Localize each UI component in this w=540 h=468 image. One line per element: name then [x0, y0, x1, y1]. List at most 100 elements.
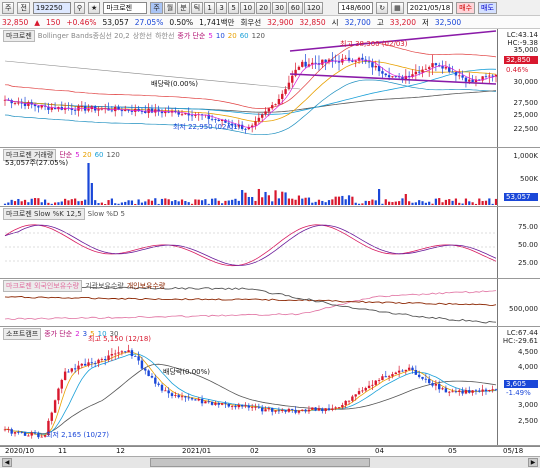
cmp-dividend-annotation: 배당락(0.00%) [163, 368, 211, 376]
close-price: 32,500 [434, 17, 462, 27]
open-price: 32,900 [267, 17, 294, 27]
price-legend: 마크로젠 Bollinger Bands종심선 20,2 상한선 하한선 종가 … [3, 30, 265, 42]
date-axis: 2020/10 11 12 2021/01 02 03 04 05 05/18 [0, 446, 540, 456]
period-button[interactable]: 120 [303, 1, 324, 14]
scroll-right-icon[interactable]: ▶ [528, 458, 538, 467]
quote-bar: 32,850 ▲ 150 +0.46% 53,057 27.05% 0.50% … [0, 16, 540, 29]
cmp-price-chip: 3,605 [504, 380, 538, 388]
period-button[interactable]: 10 [240, 1, 256, 14]
date-tick: 02 [250, 447, 259, 455]
compare-chart-pane[interactable]: 소프트캠프 종가 단순 2 3 5 10 30 LC:67.44 HC:-29.… [0, 327, 540, 446]
pane-title-stochastic[interactable]: 마크로젠 Slow %K 12,5 [3, 208, 85, 220]
sell-button[interactable]: 매도 [478, 1, 497, 14]
search-icon[interactable]: ⚲ [73, 1, 86, 14]
period-button[interactable]: 1 [204, 1, 216, 14]
bb-label: Bollinger Bands종심선 20,2 [37, 32, 130, 40]
ma120-label: 120 [251, 32, 265, 40]
cmp-hc-value: HC:-29.61 [502, 337, 538, 345]
period-button[interactable]: 틱 [190, 1, 204, 14]
high-price: 32,700 [344, 17, 371, 27]
ma20-label: 20 [227, 32, 237, 40]
cmp-axis-4000: 4,000 [517, 363, 538, 371]
change-percent: +0.46% [66, 17, 97, 27]
price-axis-22500: 22,500 [513, 125, 539, 133]
vol-ma20-label: 20 [82, 151, 92, 159]
toolbar: 주 전 192250 ⚲ ★ 마크로젠 주 월 분 틱 1 3 5 10 20 30 60 120 1… [0, 0, 540, 16]
period-button[interactable]: 3 [216, 1, 228, 14]
low-annotation: 최저 22,950 (02/01) [173, 123, 241, 131]
period-button[interactable]: 월 [163, 1, 177, 14]
vol-axis-500k: 500K [520, 175, 538, 183]
cmp-axis-3000: 3,000 [517, 401, 538, 409]
period-button[interactable]: 20 [256, 1, 271, 14]
pane-title-compare[interactable]: 소프트캠프 [3, 328, 42, 340]
slow-d-label: Slow %D 5 [87, 210, 126, 218]
date-tick: 2020/10 [5, 447, 35, 455]
bb-upper-label: 상한선 [132, 32, 153, 40]
current-pct-chip: 0.46% [506, 66, 529, 74]
period-button[interactable]: 30 [271, 1, 287, 14]
pane-title-price[interactable]: 마크로젠 [3, 30, 35, 42]
refresh-icon[interactable]: ↻ [376, 1, 389, 14]
market-select[interactable]: 주 [2, 1, 15, 14]
stochastic-legend: 마크로젠 Slow %K 12,5 Slow %D 5 [3, 208, 125, 220]
holdings-pane[interactable]: 마크로젠 외국인보유수량 기관보유수량 개인보유수량 500,000 [0, 279, 540, 327]
cmp-ma3-label: 3 [82, 330, 88, 338]
cmp-high-annotation: 최고 5,150 (12/18) [88, 335, 152, 343]
holdings-legend: 마크로젠 외국인보유수량 기관보유수량 개인보유수량 [3, 280, 165, 292]
period-button[interactable]: 60 [287, 1, 303, 14]
stoch-axis-50: 50.00 [517, 241, 538, 249]
ask-price: 32,850 [299, 17, 326, 27]
bb-lower-label: 하한선 [155, 32, 175, 40]
mode-select[interactable]: 전 [17, 1, 30, 14]
high-label: 시 [331, 17, 339, 27]
horizontal-scrollbar[interactable]: ◀ ▶ [0, 456, 540, 468]
period-button[interactable]: 분 [177, 1, 190, 14]
high-annotation: 최고 38,300 (02/03) [340, 40, 408, 48]
pane-title-holdings[interactable]: 마크로젠 외국인보유수량 [3, 280, 83, 292]
scroll-left-icon[interactable]: ◀ [2, 458, 12, 467]
period-button[interactable]: 5 [228, 1, 240, 14]
date-tick: 03 [307, 447, 316, 455]
cmp-axis-2500: 2,500 [517, 417, 538, 425]
volume-value: 53,057 [102, 17, 129, 27]
vol-ma5-label: 5 [75, 151, 80, 159]
price-change: 150 [46, 17, 61, 27]
stoch-axis-75: 75.00 [517, 223, 538, 231]
stock-code-input[interactable]: 192250 [32, 1, 71, 14]
stock-name-field[interactable]: 마크로젠 [103, 1, 148, 14]
up-arrow-icon: ▲ [34, 17, 41, 27]
compare-plot-area [3, 327, 498, 445]
amount-label: 회우선 [240, 17, 262, 27]
holdings-axis-500000: 500,000 [509, 305, 538, 313]
low-label: 고 [376, 17, 384, 27]
volume-pane[interactable]: 마크로젠 거래량 단순 5 20 60 120 53,057주(27.05%) … [0, 148, 540, 207]
calendar-icon[interactable]: ▦ [391, 1, 404, 14]
ma5-label: 5 [208, 32, 213, 40]
price-axis-35000: 35,000 [513, 46, 539, 54]
price-axis-30000: 30,000 [513, 78, 539, 86]
volume-readout: 53,057주(27.05%) [5, 159, 69, 167]
stochastic-pane[interactable]: 마크로젠 Slow %K 12,5 Slow %D 5 75.00 50.00 … [0, 207, 540, 279]
close-label: 저 [421, 17, 429, 27]
buy-button[interactable]: 매수 [456, 1, 476, 14]
period-button[interactable]: 주 [150, 1, 163, 14]
period-buttons: 주 월 분 틱 1 3 5 10 20 30 60 120 [150, 1, 324, 14]
low-price: 33,200 [389, 17, 416, 27]
date-tick: 05/18 [503, 447, 524, 455]
data-count-field[interactable]: 148/600 [338, 1, 374, 14]
vol-ma120-label: 120 [106, 151, 120, 159]
date-tick: 2021/01 [182, 447, 212, 455]
cmp-ma2-label: 2 [75, 330, 80, 338]
date-tick: 05 [448, 447, 457, 455]
ma60-label: 60 [239, 32, 249, 40]
date-field[interactable]: 2021/05/18 [406, 1, 454, 14]
ma-label: 종가 단순 [177, 32, 206, 40]
volume-ratio: 27.05% [134, 17, 164, 27]
vol-ma60-label: 60 [94, 151, 104, 159]
stoch-axis-25: 25.00 [517, 259, 538, 267]
price-chart-pane[interactable]: 마크로젠 Bollinger Bands종심선 20,2 상한선 하한선 종가 … [0, 29, 540, 148]
favorite-icon[interactable]: ★ [88, 1, 101, 14]
scroll-thumb[interactable] [150, 458, 370, 467]
dividend-annotation: 배당락(0.00%) [151, 80, 199, 88]
